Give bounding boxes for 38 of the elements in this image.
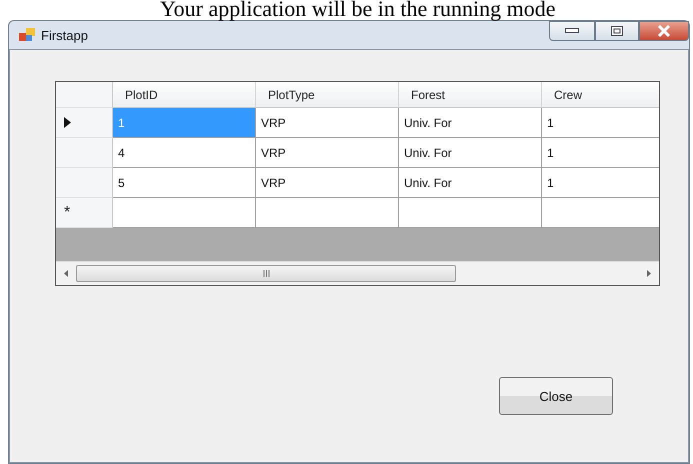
minimize-icon <box>565 28 579 34</box>
table-cell[interactable]: 5 <box>113 168 256 198</box>
table-cell[interactable] <box>256 198 399 228</box>
table-cell[interactable] <box>542 198 659 228</box>
maximize-icon <box>611 26 623 36</box>
grip-icon <box>262 270 270 277</box>
table-cell[interactable] <box>399 198 542 228</box>
current-row-icon <box>64 117 71 128</box>
maximize-button[interactable] <box>595 21 639 41</box>
scroll-thumb[interactable] <box>76 265 456 282</box>
column-header[interactable]: PlotType <box>256 82 399 108</box>
row-header <box>56 82 113 108</box>
row-header[interactable] <box>56 108 113 138</box>
column-header[interactable]: PlotID <box>113 82 256 108</box>
column-header[interactable]: Forest <box>399 82 542 108</box>
table-cell[interactable]: VRP <box>256 108 399 138</box>
close-icon <box>657 25 671 37</box>
scroll-left-icon[interactable] <box>64 270 68 277</box>
close-button[interactable]: Close <box>499 377 613 415</box>
scroll-right-icon[interactable] <box>647 270 651 277</box>
table-cell[interactable]: Univ. For <box>399 138 542 168</box>
table-cell[interactable]: 1 <box>542 138 659 168</box>
table-cell[interactable]: 1 <box>542 108 659 138</box>
table-cell[interactable]: Univ. For <box>399 168 542 198</box>
table-cell[interactable]: Univ. For <box>399 108 542 138</box>
document-text: Your application will be in the running mode <box>159 0 557 20</box>
table-cell[interactable]: VRP <box>256 138 399 168</box>
horizontal-scrollbar[interactable] <box>56 261 659 285</box>
window-title: Firstapp <box>41 28 88 42</box>
table-cell[interactable]: VRP <box>256 168 399 198</box>
column-header[interactable]: Crew <box>542 82 659 108</box>
new-row-marker: * <box>64 204 70 222</box>
close-window-button[interactable] <box>639 21 689 41</box>
table-cell[interactable] <box>113 198 256 228</box>
minimize-button[interactable] <box>549 21 595 41</box>
table-cell[interactable]: 1 <box>542 168 659 198</box>
app-icon <box>19 28 35 42</box>
table-cell[interactable]: 4 <box>113 138 256 168</box>
